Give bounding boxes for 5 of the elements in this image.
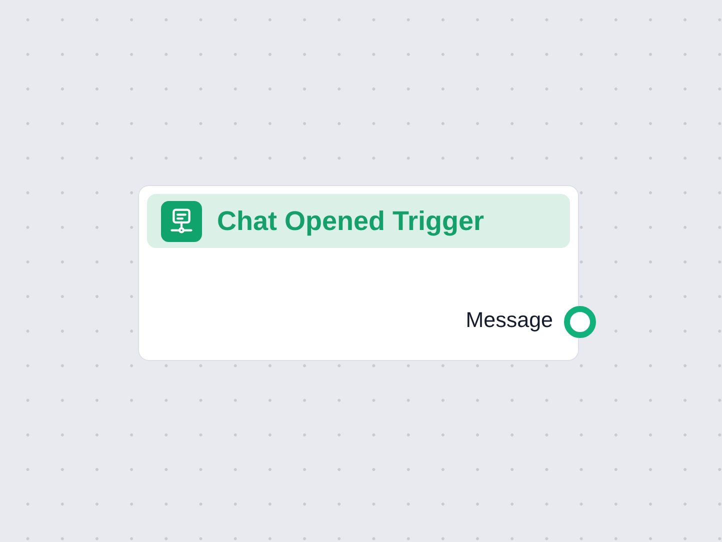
chat-network-icon bbox=[161, 200, 202, 242]
node-title: Chat Opened Trigger bbox=[217, 206, 484, 236]
output-label: Message bbox=[466, 308, 553, 332]
node-card[interactable]: Chat Opened Trigger Message bbox=[139, 186, 578, 360]
output-port[interactable] bbox=[564, 306, 596, 338]
